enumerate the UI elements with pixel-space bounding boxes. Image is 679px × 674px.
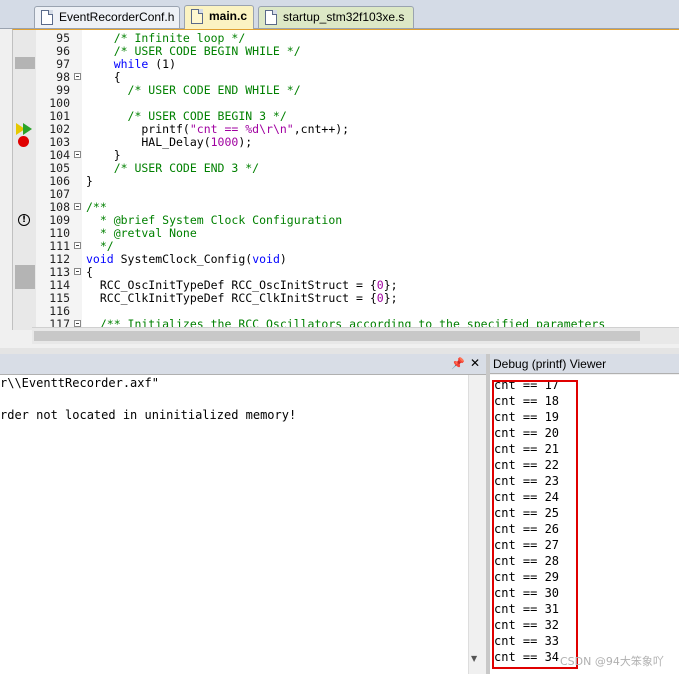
vertical-scrollbar[interactable]: ▼ — [468, 375, 481, 674]
code-token: }; — [383, 291, 398, 305]
code-text: RCC_ClkInitTypeDef RCC_ClkInitStruct = {… — [86, 292, 398, 305]
tab-main-c[interactable]: main.c — [184, 5, 254, 29]
fold-icon[interactable] — [74, 268, 81, 275]
tab-eventrecorderconf-h[interactable]: EventRecorderConf.h — [34, 6, 180, 28]
tab-startup-s[interactable]: startup_stm32f103xe.s — [258, 6, 414, 28]
tab-label: EventRecorderConf.h — [59, 10, 175, 24]
fold-icon[interactable] — [74, 203, 81, 210]
chevron-down-icon[interactable]: ▼ — [471, 654, 477, 663]
code-token: RCC_OscInitTypeDef RCC_OscInitStruct = { — [86, 278, 377, 292]
build-output-line: r\\EventtRecorder.axf" — [0, 376, 159, 390]
scrollbar-thumb[interactable] — [34, 331, 640, 341]
build-output-pane[interactable]: r\\EventtRecorder.axf" rder not located … — [0, 375, 480, 674]
code-text: /* USER CODE END WHILE */ — [86, 84, 301, 97]
build-output-header — [0, 354, 486, 375]
code-token: * @retval None — [86, 226, 197, 240]
code-editor[interactable]: ! 95 /* Infinite loop */96 /* USER CODE … — [12, 29, 679, 330]
code-token: }; — [383, 278, 398, 292]
code-line[interactable]: 106} — [13, 175, 679, 188]
editor-tab-strip: EventRecorderConf.h main.c startup_stm32… — [0, 0, 679, 29]
code-token: } — [86, 174, 93, 188]
code-token: 1000 — [210, 135, 239, 149]
code-token: /** — [86, 200, 107, 214]
code-token: * @brief System Clock Configuration — [86, 213, 343, 227]
tab-label: main.c — [209, 9, 248, 23]
code-token: "cnt == %d\r\n" — [189, 122, 294, 136]
code-token: ); — [238, 135, 253, 149]
code-line[interactable]: 115 RCC_ClkInitTypeDef RCC_ClkInitStruct… — [13, 292, 679, 305]
code-token: printf( — [86, 122, 190, 136]
code-line[interactable]: 107 — [13, 188, 679, 201]
tab-label: startup_stm32f103xe.s — [283, 10, 405, 24]
highlight-box — [492, 380, 578, 669]
code-token: HAL_Delay( — [86, 135, 211, 149]
code-text: /* USER CODE END 3 */ — [86, 162, 259, 175]
pin-icon[interactable]: 📌 — [451, 357, 465, 370]
code-token: */ — [86, 239, 114, 253]
code-token: 0 — [376, 278, 384, 292]
fold-icon[interactable] — [74, 242, 81, 249]
code-token: /* USER CODE END 3 */ — [86, 161, 260, 175]
code-text: void SystemClock_Config(void) — [86, 253, 287, 266]
code-line[interactable]: 112 void SystemClock_Config(void) — [13, 253, 679, 266]
code-token: } — [86, 148, 121, 162]
code-token: { — [86, 265, 93, 279]
close-icon[interactable]: ✕ — [470, 356, 480, 370]
fold-icon[interactable] — [74, 73, 81, 80]
file-icon — [265, 10, 277, 25]
code-token: void — [86, 252, 114, 266]
debug-viewer-title: Debug (printf) Viewer — [490, 354, 679, 374]
code-token: SystemClock_Config( — [113, 252, 253, 266]
code-token: /* USER CODE BEGIN WHILE */ — [86, 44, 301, 58]
watermark: CSDN @94大笨象吖 — [560, 655, 664, 668]
code-token: { — [86, 70, 121, 84]
horizontal-scrollbar[interactable] — [32, 327, 679, 344]
code-line[interactable]: 99 /* USER CODE END WHILE */ — [13, 84, 679, 97]
code-text: } — [86, 175, 93, 188]
code-token: RCC_ClkInitTypeDef RCC_ClkInitStruct = { — [86, 291, 377, 305]
fold-icon[interactable] — [74, 151, 81, 158]
code-token: 0 — [376, 291, 384, 305]
file-icon — [41, 10, 53, 25]
code-token: /* USER CODE END WHILE */ — [86, 83, 301, 97]
code-token: /* Infinite loop */ — [86, 31, 246, 45]
code-token: while — [86, 57, 149, 71]
code-line[interactable]: 105 /* USER CODE END 3 */ — [13, 162, 679, 175]
code-token: ,cnt++); — [293, 122, 350, 136]
code-token: (1) — [148, 57, 177, 71]
code-token: /* USER CODE BEGIN 3 */ — [86, 109, 287, 123]
code-token: void — [252, 252, 280, 266]
file-icon — [191, 9, 203, 24]
build-output-line: rder not located in uninitialized memory… — [0, 408, 297, 422]
fold-icon[interactable] — [74, 320, 81, 327]
code-token: ) — [279, 252, 287, 266]
